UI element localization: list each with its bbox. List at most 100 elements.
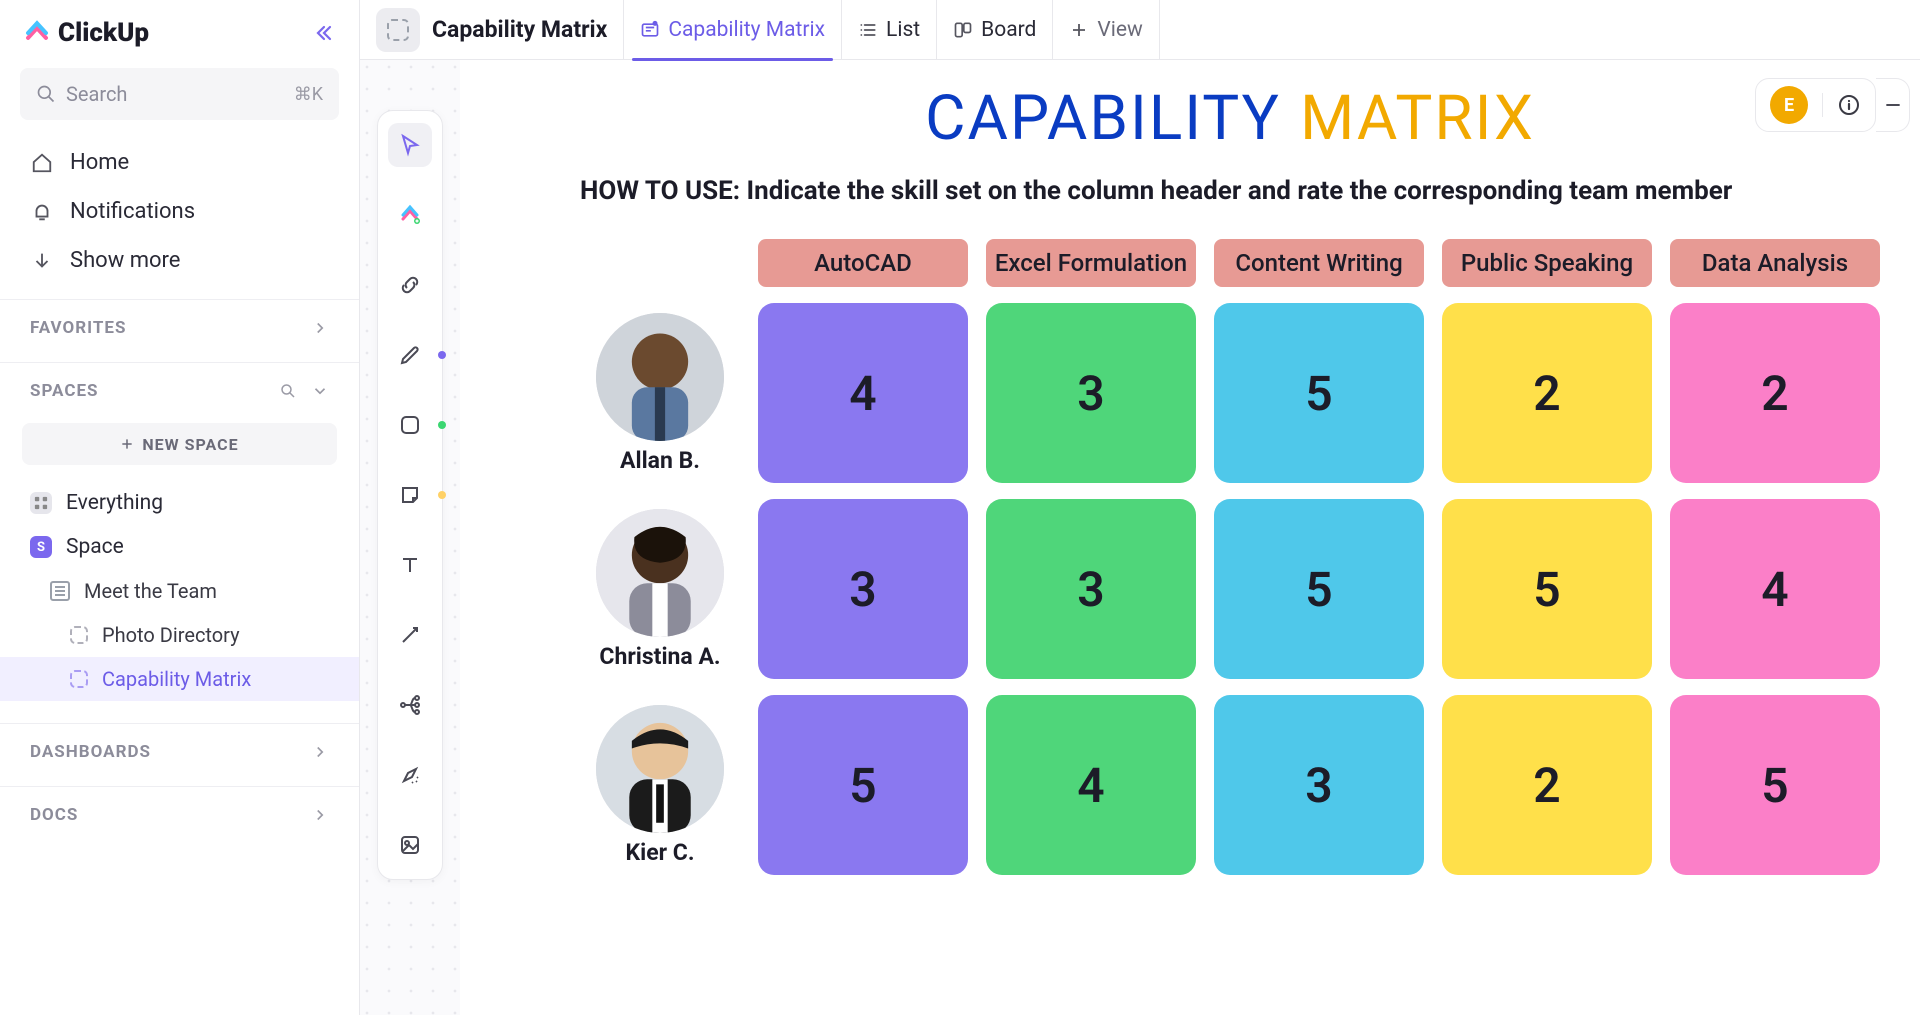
- person-name: Kier C.: [626, 839, 695, 866]
- tree-capability-matrix[interactable]: Capability Matrix: [0, 657, 359, 701]
- skill-header[interactable]: Content Writing: [1214, 239, 1424, 287]
- search-shortcut: ⌘K: [294, 84, 323, 105]
- tree-meet-the-team[interactable]: Meet the Team: [0, 569, 359, 613]
- plus-icon: [1069, 20, 1089, 40]
- rating-cell[interactable]: 3: [1214, 695, 1424, 875]
- skill-header[interactable]: Data Analysis: [1670, 239, 1880, 287]
- rating-cell[interactable]: 4: [986, 695, 1196, 875]
- person-cell: Allan B.: [580, 313, 740, 474]
- tool-sticky[interactable]: [388, 473, 432, 517]
- new-space-label: NEW SPACE: [142, 435, 238, 454]
- rating-cell[interactable]: 2: [1670, 303, 1880, 483]
- rating-cell[interactable]: 2: [1442, 303, 1652, 483]
- skill-header[interactable]: AutoCAD: [758, 239, 968, 287]
- tree-everything[interactable]: Everything: [0, 481, 359, 525]
- canvas-wrap: E CAPABILITY MATRIX HOW TO USE: Indicate…: [360, 60, 1920, 1015]
- tool-select[interactable]: [388, 123, 432, 167]
- rating-cell[interactable]: 5: [758, 695, 968, 875]
- chevron-down-icon[interactable]: [311, 382, 329, 400]
- tool-mindmap[interactable]: [388, 683, 432, 727]
- person-photo: [596, 313, 724, 441]
- search-input[interactable]: Search ⌘K: [20, 68, 339, 120]
- tree-capability-label: Capability Matrix: [102, 667, 251, 691]
- dashboards-label: DASHBOARDS: [30, 742, 151, 762]
- tool-dot-icon: [438, 491, 446, 499]
- tool-rail: [360, 60, 460, 1015]
- tool-pen[interactable]: [388, 333, 432, 377]
- tool-ai[interactable]: [388, 753, 432, 797]
- tab-board[interactable]: Board: [936, 0, 1052, 60]
- logo-row: ClickUp: [0, 0, 359, 62]
- person-name: Christina A.: [599, 643, 720, 670]
- sidebar: ClickUp Search ⌘K Home Notifications Sho…: [0, 0, 360, 1015]
- rating-cell[interactable]: 5: [1670, 695, 1880, 875]
- person-name: Allan B.: [620, 447, 700, 474]
- rating-cell[interactable]: 3: [986, 499, 1196, 679]
- spaces-header[interactable]: SPACES: [0, 362, 359, 415]
- main-area: Capability Matrix Capability Matrix List…: [360, 0, 1920, 1015]
- person-photo: [596, 509, 724, 637]
- page-icon[interactable]: [376, 8, 420, 52]
- skill-header[interactable]: Public Speaking: [1442, 239, 1652, 287]
- nav-home[interactable]: Home: [0, 138, 359, 187]
- tool-connector[interactable]: [388, 613, 432, 657]
- tool-dot-icon: [438, 351, 446, 359]
- space-icon: S: [30, 536, 52, 558]
- app-name: ClickUp: [58, 18, 149, 48]
- tree-everything-label: Everything: [66, 491, 163, 515]
- rating-cell[interactable]: 3: [986, 303, 1196, 483]
- rating-cell[interactable]: 2: [1442, 695, 1652, 875]
- rating-cell[interactable]: 4: [758, 303, 968, 483]
- tool-clickup[interactable]: [388, 193, 432, 237]
- chevron-right-icon: [311, 319, 329, 337]
- nav-notifications[interactable]: Notifications: [0, 187, 359, 236]
- rating-cell[interactable]: 5: [1214, 499, 1424, 679]
- app-logo[interactable]: ClickUp: [24, 18, 149, 48]
- whiteboard-canvas[interactable]: E CAPABILITY MATRIX HOW TO USE: Indicate…: [460, 60, 1920, 1015]
- whiteboard-tab-icon: [640, 20, 660, 40]
- title-matrix: MATRIX: [1300, 82, 1535, 155]
- home-icon: [30, 151, 54, 175]
- tool-image[interactable]: [388, 823, 432, 867]
- tool-text[interactable]: [388, 543, 432, 587]
- spaces-search-icon[interactable]: [279, 382, 297, 400]
- canvas-content: CAPABILITY MATRIX HOW TO USE: Indicate t…: [460, 60, 1920, 915]
- new-space-button[interactable]: NEW SPACE: [22, 423, 337, 465]
- chevron-right-icon: [311, 743, 329, 761]
- search-placeholder: Search: [66, 82, 127, 106]
- search-icon: [36, 84, 56, 104]
- dashboards-header[interactable]: DASHBOARDS: [0, 723, 359, 776]
- tab-add-view[interactable]: View: [1052, 0, 1159, 60]
- tab-capability-matrix[interactable]: Capability Matrix: [623, 0, 841, 60]
- collapse-sidebar-icon[interactable]: [311, 21, 335, 45]
- docs-header[interactable]: DOCS: [0, 786, 359, 839]
- favorites-header[interactable]: FAVORITES: [0, 299, 359, 352]
- rating-cell[interactable]: 4: [1670, 499, 1880, 679]
- person-cell: Kier C.: [580, 705, 740, 866]
- tool-shape[interactable]: [388, 403, 432, 447]
- whiteboard-icon: [70, 670, 88, 688]
- tab-list[interactable]: List: [841, 0, 936, 60]
- tree-space[interactable]: S Space: [0, 525, 359, 569]
- tool-dot-icon: [438, 421, 446, 429]
- rating-cell[interactable]: 5: [1214, 303, 1424, 483]
- rating-cell[interactable]: 3: [758, 499, 968, 679]
- tool-link[interactable]: [388, 263, 432, 307]
- tree-photo-directory[interactable]: Photo Directory: [0, 613, 359, 657]
- rating-cell[interactable]: 5: [1442, 499, 1652, 679]
- chevron-right-icon: [311, 806, 329, 824]
- nav-showmore-label: Show more: [70, 248, 180, 273]
- tree-meet-label: Meet the Team: [84, 579, 217, 603]
- spaces-label: SPACES: [30, 381, 98, 401]
- person-cell: Christina A.: [580, 509, 740, 670]
- logo-mark-icon: [24, 20, 50, 46]
- skill-header[interactable]: Excel Formulation: [986, 239, 1196, 287]
- capability-matrix-grid: AutoCAD Excel Formulation Content Writing P…: [580, 239, 1880, 875]
- nav-show-more[interactable]: Show more: [0, 236, 359, 285]
- person-photo: [596, 705, 724, 833]
- howto-text: HOW TO USE: Indicate the skill set on th…: [580, 173, 1800, 209]
- docs-label: DOCS: [30, 805, 78, 825]
- title-capability: CAPABILITY: [925, 82, 1281, 155]
- tab-board-label: Board: [981, 18, 1036, 42]
- whiteboard-icon: [387, 19, 409, 41]
